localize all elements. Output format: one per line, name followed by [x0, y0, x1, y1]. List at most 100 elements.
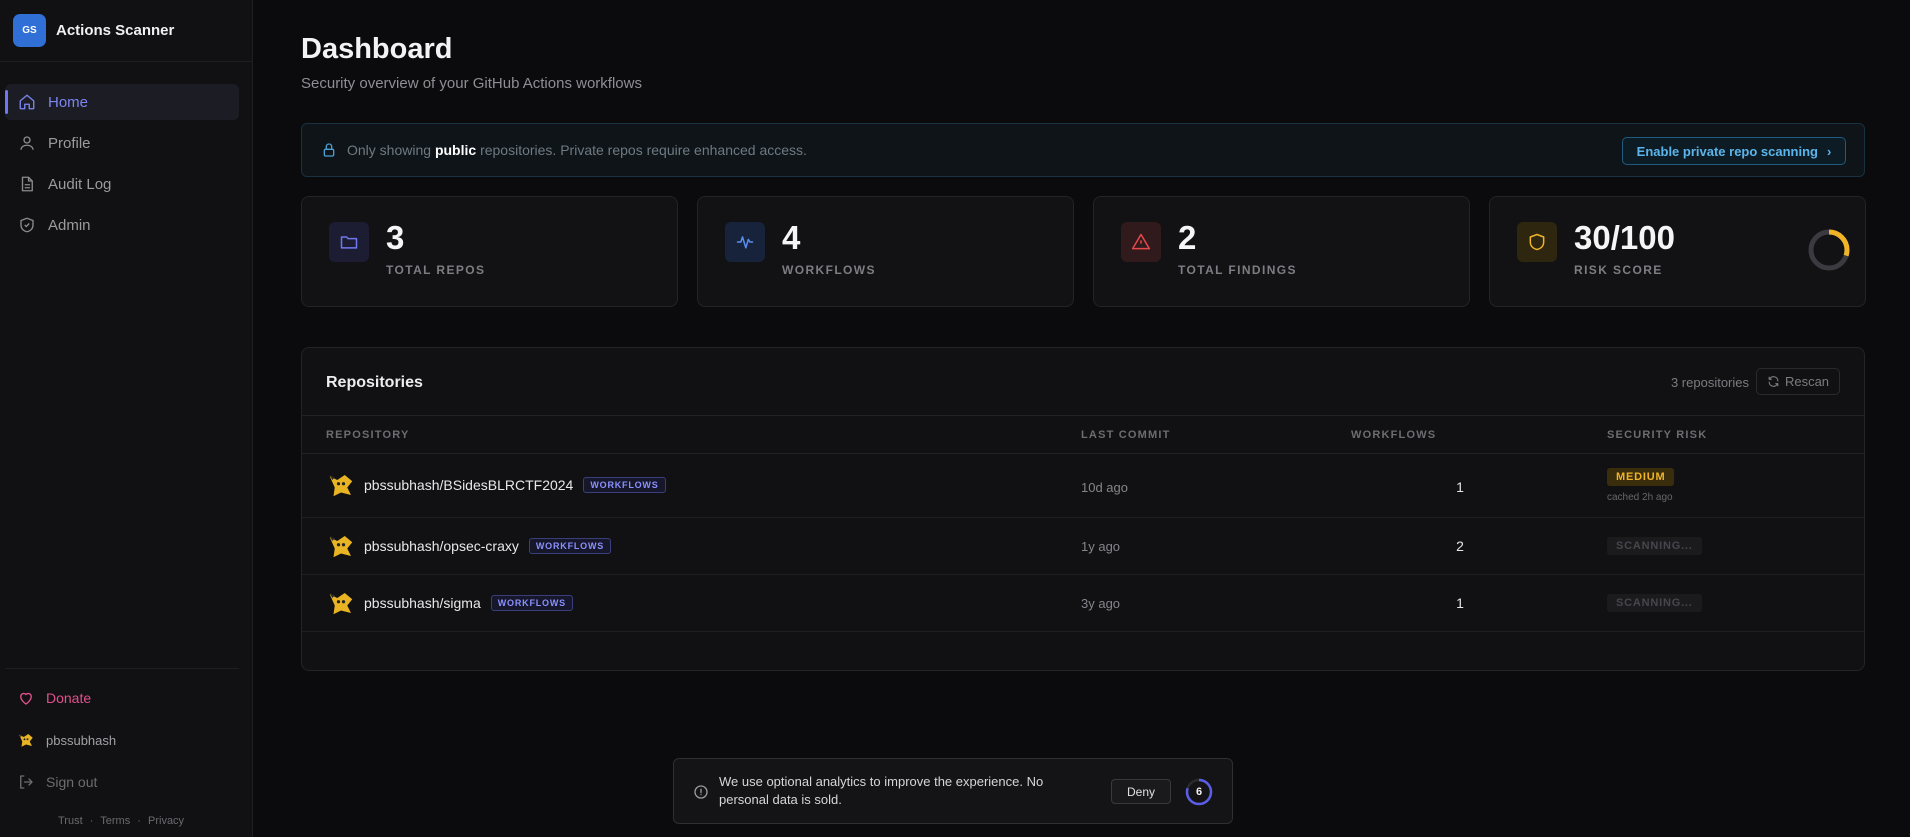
chevron-right-icon: ›	[1826, 143, 1832, 159]
repo-name-link[interactable]: pbssubhash/sigma	[364, 595, 481, 611]
separator: ·	[137, 815, 141, 827]
public-repos-notice: Only showing public repositories. Privat…	[301, 123, 1865, 177]
lock-icon	[323, 143, 335, 157]
home-icon	[19, 94, 35, 110]
avatar	[329, 475, 353, 497]
avatar	[19, 734, 33, 747]
column-header-last-commit[interactable]: LAST COMMIT	[1081, 429, 1171, 441]
table-row[interactable]: pbssubhash/BSidesBLRCTF2024 WORKFLOWS 10…	[302, 455, 1864, 518]
stat-label: TOTAL REPOS	[386, 263, 486, 277]
sidebar-item-label: Home	[48, 93, 89, 111]
sidebar: GS Actions Scanner Home Profile Audit Lo…	[0, 0, 253, 837]
page-title: Dashboard	[301, 33, 453, 65]
risk-score-ring	[1808, 229, 1850, 271]
sidebar-item-audit-log[interactable]: Audit Log	[5, 166, 239, 202]
sign-out-button[interactable]: Sign out	[0, 761, 252, 803]
brand-name: Actions Scanner	[56, 22, 175, 39]
avatar	[329, 536, 353, 558]
table-header: REPOSITORY LAST COMMIT WORKFLOWS SECURIT…	[302, 415, 1864, 454]
stat-label: RISK SCORE	[1574, 263, 1663, 277]
last-commit: 3y ago	[1081, 596, 1121, 611]
rescan-button[interactable]: Rescan	[1756, 368, 1840, 395]
notice-highlight: public	[434, 142, 477, 158]
analytics-consent-banner: We use optional analytics to improve the…	[673, 758, 1233, 824]
stat-value: 30/100	[1574, 219, 1675, 256]
sign-out-label: Sign out	[46, 774, 98, 790]
stat-card-workflows: 4 WORKFLOWS	[697, 196, 1074, 307]
stat-card-risk-score: 30/100 RISK SCORE	[1489, 196, 1866, 307]
user-profile[interactable]: pbssubhash	[0, 719, 252, 761]
shield-icon	[1517, 222, 1557, 262]
risk-cache-note: cached 2h ago	[1607, 492, 1673, 503]
divider	[5, 668, 239, 669]
repo-cell: pbssubhash/sigma WORKFLOWS	[326, 588, 573, 618]
repositories-count: 3 repositories	[1670, 375, 1749, 390]
folder-icon	[329, 222, 369, 262]
notice-suffix: repositories. Private repos require enha…	[480, 142, 807, 158]
notice-text: Only showing public repositories. Privat…	[347, 142, 807, 158]
avatar	[329, 593, 353, 615]
workflow-count: 2	[1456, 538, 1464, 554]
shield-check-icon	[20, 217, 34, 233]
table-row[interactable]: pbssubhash/opsec-craxy WORKFLOWS 1y ago …	[302, 519, 1864, 575]
rescan-label: Rescan	[1784, 374, 1830, 389]
privacy-link[interactable]: Privacy	[148, 815, 184, 827]
last-commit: 10d ago	[1081, 480, 1128, 495]
logout-icon	[20, 775, 33, 789]
document-icon	[21, 176, 33, 192]
donate-label: Donate	[46, 690, 92, 706]
repo-name-link[interactable]: pbssubhash/BSidesBLRCTF2024	[364, 477, 573, 493]
sidebar-item-label: Profile	[48, 134, 91, 152]
username: pbssubhash	[46, 732, 117, 748]
repo-cell: pbssubhash/BSidesBLRCTF2024 WORKFLOWS	[326, 470, 666, 500]
stat-value: 3	[386, 219, 405, 256]
user-icon	[20, 136, 34, 150]
button-label: Enable private repo scanning	[1636, 143, 1818, 159]
donate-link[interactable]: Donate	[0, 677, 252, 719]
sidebar-bottom: Donate pbssubhash Sign out Trust · Terms…	[0, 668, 252, 837]
countdown-timer: 6	[1184, 777, 1214, 807]
stat-card-total-repos: 3 TOTAL REPOS	[301, 196, 678, 307]
column-header-workflows[interactable]: WORKFLOWS	[1351, 429, 1436, 441]
sidebar-item-home[interactable]: Home	[5, 84, 239, 120]
workflow-count: 1	[1456, 479, 1464, 495]
notice-prefix: Only showing	[347, 142, 432, 158]
footer-links: Trust · Terms · Privacy	[0, 803, 252, 837]
workflows-badge: WORKFLOWS	[490, 595, 573, 611]
page-subtitle: Security overview of your GitHub Actions…	[301, 75, 642, 92]
risk-badge-scanning: SCANNING...	[1607, 537, 1702, 555]
workflows-badge: WORKFLOWS	[528, 538, 612, 554]
repositories-panel: Repositories 3 repositories Rescan REPOS…	[301, 347, 1865, 671]
table-row[interactable]: pbssubhash/sigma WORKFLOWS 3y ago 1 SCAN…	[302, 576, 1864, 632]
sidebar-item-label: Admin	[48, 216, 91, 234]
last-commit: 1y ago	[1081, 539, 1121, 554]
enable-private-scanning-button[interactable]: Enable private repo scanning ›	[1622, 137, 1846, 165]
brand-logo: GS	[13, 14, 46, 47]
info-icon	[694, 785, 708, 799]
repo-cell: pbssubhash/opsec-craxy WORKFLOWS	[326, 531, 612, 561]
workflows-badge: WORKFLOWS	[583, 477, 666, 493]
column-header-repository[interactable]: REPOSITORY	[326, 429, 410, 441]
column-header-security-risk[interactable]: SECURITY RISK	[1607, 429, 1707, 441]
sidebar-item-admin[interactable]: Admin	[5, 207, 239, 243]
stat-label: WORKFLOWS	[782, 263, 876, 277]
workflow-count: 1	[1456, 595, 1464, 611]
stats-row: 3 TOTAL REPOS 4 WORKFLOWS 2 TOTAL FINDIN…	[301, 196, 1866, 307]
terms-link[interactable]: Terms	[100, 815, 130, 827]
stat-value: 4	[782, 219, 801, 256]
separator: ·	[89, 815, 94, 827]
heart-icon	[20, 692, 32, 705]
stat-value: 2	[1178, 219, 1197, 256]
risk-badge-medium: MEDIUM	[1607, 468, 1675, 486]
stat-label: TOTAL FINDINGS	[1178, 263, 1297, 277]
brand[interactable]: GS Actions Scanner	[0, 0, 252, 62]
consent-text: We use optional analytics to improve the…	[719, 774, 1044, 807]
panel-title: Repositories	[326, 374, 423, 391]
refresh-icon	[1768, 376, 1779, 387]
sidebar-item-profile[interactable]: Profile	[5, 125, 239, 161]
alert-triangle-icon	[1121, 222, 1161, 262]
trust-link[interactable]: Trust	[58, 815, 83, 827]
deny-button[interactable]: Deny	[1111, 779, 1171, 804]
repo-name-link[interactable]: pbssubhash/opsec-craxy	[364, 538, 519, 554]
risk-badge-scanning: SCANNING...	[1607, 594, 1702, 612]
